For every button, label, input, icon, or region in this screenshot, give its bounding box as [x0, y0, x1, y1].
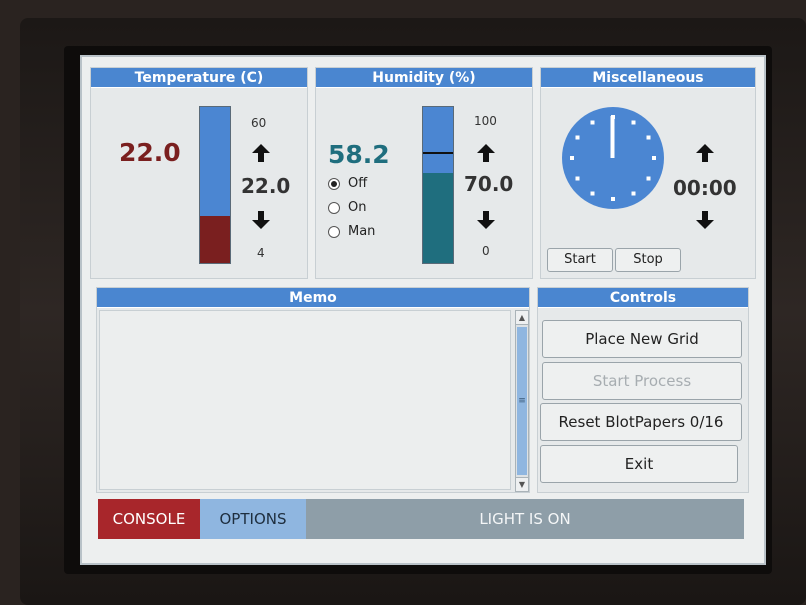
reset-blotpapers-button[interactable]: Reset BlotPapers 0/16 — [540, 403, 742, 441]
clock-tick — [575, 135, 580, 140]
scroll-up-icon[interactable]: ▲ — [516, 311, 528, 325]
clock-tick — [611, 197, 615, 201]
memo-title: Memo — [97, 288, 529, 308]
timer-value: 00:00 — [673, 176, 737, 200]
timer-down-arrow-icon[interactable] — [695, 210, 715, 230]
temperature-down-arrow-icon[interactable] — [251, 210, 271, 230]
misc-title: Miscellaneous — [541, 68, 755, 88]
temperature-bar — [199, 106, 231, 264]
controls-panel: Controls Place New Grid Start Process Re… — [537, 287, 749, 493]
humidity-setpoint: 70.0 — [464, 172, 514, 196]
humidity-mode-on-radio — [328, 201, 340, 214]
place-new-grid-button[interactable]: Place New Grid — [542, 320, 742, 358]
temperature-title: Temperature (C) — [91, 68, 307, 88]
memo-textarea[interactable] — [99, 310, 511, 490]
controls-title: Controls — [538, 288, 748, 308]
humidity-up-arrow-icon[interactable] — [476, 143, 496, 163]
touch-screen: Temperature (C) 22.0 60 22.0 4 Humidity … — [80, 55, 766, 565]
humidity-mode-man-radio — [328, 225, 340, 238]
timer-stop-button[interactable]: Stop — [615, 248, 681, 272]
humidity-mode-man-label: Man — [348, 224, 376, 239]
clock-tick — [590, 191, 595, 196]
temperature-setpoint: 22.0 — [241, 174, 291, 198]
temperature-current-value: 22.0 — [119, 138, 181, 167]
humidity-panel: Humidity (%) 58.2 Off On Man 100 70.0 0 — [315, 67, 533, 279]
humidity-down-arrow-icon[interactable] — [476, 210, 496, 230]
clock-tick — [631, 191, 636, 196]
humidity-title: Humidity (%) — [316, 68, 532, 88]
humidity-setpoint-marker — [423, 151, 453, 154]
humidity-mode-on-label: On — [348, 200, 367, 215]
humidity-bar — [422, 106, 454, 264]
temperature-panel: Temperature (C) 22.0 60 22.0 4 — [90, 67, 308, 279]
humidity-max-label: 100 — [474, 114, 497, 128]
start-process-button[interactable]: Start Process — [542, 362, 742, 400]
clock-tick — [652, 156, 656, 160]
temperature-bar-fill — [200, 216, 230, 263]
clock-tick — [646, 176, 651, 181]
clock-icon — [562, 107, 664, 209]
temperature-max-label: 60 — [251, 116, 267, 130]
temperature-min-label: 4 — [257, 246, 265, 260]
humidity-mode-on[interactable]: On — [328, 200, 366, 215]
clock-tick — [646, 135, 651, 140]
clock-tick — [631, 120, 636, 125]
timer-start-button[interactable]: Start — [547, 248, 613, 272]
temperature-up-arrow-icon[interactable] — [251, 143, 271, 163]
humidity-current-value: 58.2 — [328, 140, 390, 169]
scroll-thumb[interactable]: ≡ — [517, 327, 527, 475]
exit-button[interactable]: Exit — [540, 445, 738, 483]
humidity-bar-fill — [423, 172, 453, 263]
humidity-mode-man[interactable]: Man — [328, 224, 375, 239]
humidity-mode-off-label: Off — [348, 176, 368, 191]
bottom-tab-bar: CONSOLE OPTIONS LIGHT IS ON — [98, 499, 744, 539]
tab-options[interactable]: OPTIONS — [200, 499, 306, 539]
humidity-min-label: 0 — [482, 244, 490, 258]
clock-tick — [575, 176, 580, 181]
light-status-bar: LIGHT IS ON — [306, 499, 744, 539]
memo-scrollbar[interactable]: ▲ ≡ ▼ — [515, 310, 529, 492]
misc-panel: Miscellaneous 00:00 Start Stop — [540, 67, 756, 279]
humidity-mode-off-radio — [328, 177, 340, 190]
tab-console[interactable]: CONSOLE — [98, 499, 200, 539]
clock-tick — [590, 120, 595, 125]
memo-panel: Memo ▲ ≡ ▼ — [96, 287, 530, 493]
scroll-down-icon[interactable]: ▼ — [516, 477, 528, 491]
clock-tick — [570, 156, 574, 160]
humidity-mode-off[interactable]: Off — [328, 176, 367, 191]
timer-up-arrow-icon[interactable] — [695, 143, 715, 163]
